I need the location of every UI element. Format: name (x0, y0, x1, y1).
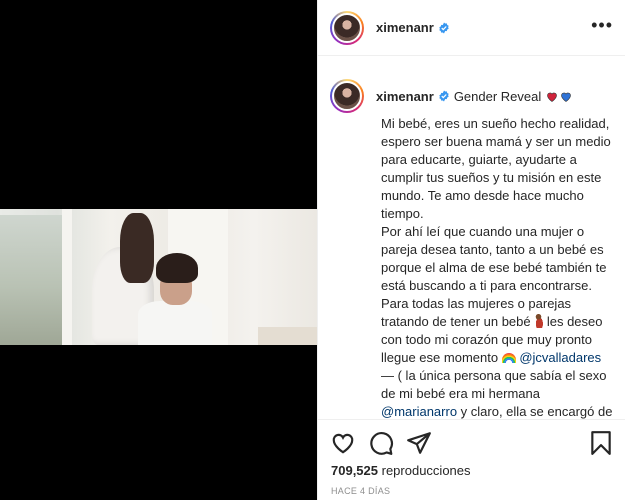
caption-paragraph-1: Mi bebé, eres un sueño hecho realidad, e… (381, 116, 615, 221)
pregnant-emoji-icon (534, 314, 544, 328)
caption-header: ximenanr Gender Reveal (318, 57, 625, 113)
comments-area: ximenanr Gender Reveal Mi bebé, eres un … (318, 57, 625, 419)
author-avatar[interactable] (330, 10, 364, 45)
mention-link[interactable]: @jcvalladares (519, 350, 601, 365)
caption-title: Gender Reveal (453, 88, 542, 104)
post-timestamp[interactable]: HACE 4 DÍAS (331, 486, 390, 496)
bookmark-icon[interactable] (588, 430, 614, 456)
post-media[interactable] (0, 0, 317, 500)
heart-icon[interactable] (330, 430, 356, 456)
video-table (258, 327, 317, 345)
caption-username[interactable]: ximenanr (376, 89, 434, 104)
verified-badge-icon (439, 90, 449, 102)
views-count: 709,525 (331, 463, 378, 478)
video-woman-hair (120, 213, 154, 283)
verified-badge-icon (439, 22, 449, 33)
author-username[interactable]: ximenanr (376, 20, 434, 35)
red-heart-emoji-icon (547, 92, 558, 102)
comment-icon[interactable] (368, 430, 394, 456)
caption-text: Mi bebé, eres un sueño hecho realidad, e… (381, 115, 613, 419)
post-header: ximenanr ••• (318, 0, 625, 56)
action-bar (318, 419, 625, 465)
blue-heart-emoji-icon (561, 92, 572, 102)
rainbow-emoji-icon (501, 353, 516, 363)
post-side-panel: ximenanr ••• ximenanr Gender Reveal Mi b… (317, 0, 625, 500)
share-icon[interactable] (406, 430, 432, 456)
caption-paragraph-2: Por ahí leí que cuando una mujer o parej… (381, 224, 611, 293)
more-options-icon[interactable]: ••• (591, 16, 613, 34)
video-man (138, 301, 212, 345)
mention-link[interactable]: @marianarro (381, 404, 457, 419)
video-player[interactable] (0, 209, 317, 345)
views-counter[interactable]: 709,525 reproducciones (331, 463, 471, 478)
views-label: reproducciones (381, 463, 471, 478)
video-window-scene (0, 215, 66, 345)
caption-paragraph-4a: — ( la única persona que sabía el sexo d… (381, 368, 611, 401)
video-window-frame (62, 209, 72, 345)
video-man-hair (156, 253, 198, 283)
caption-avatar[interactable] (330, 79, 364, 113)
